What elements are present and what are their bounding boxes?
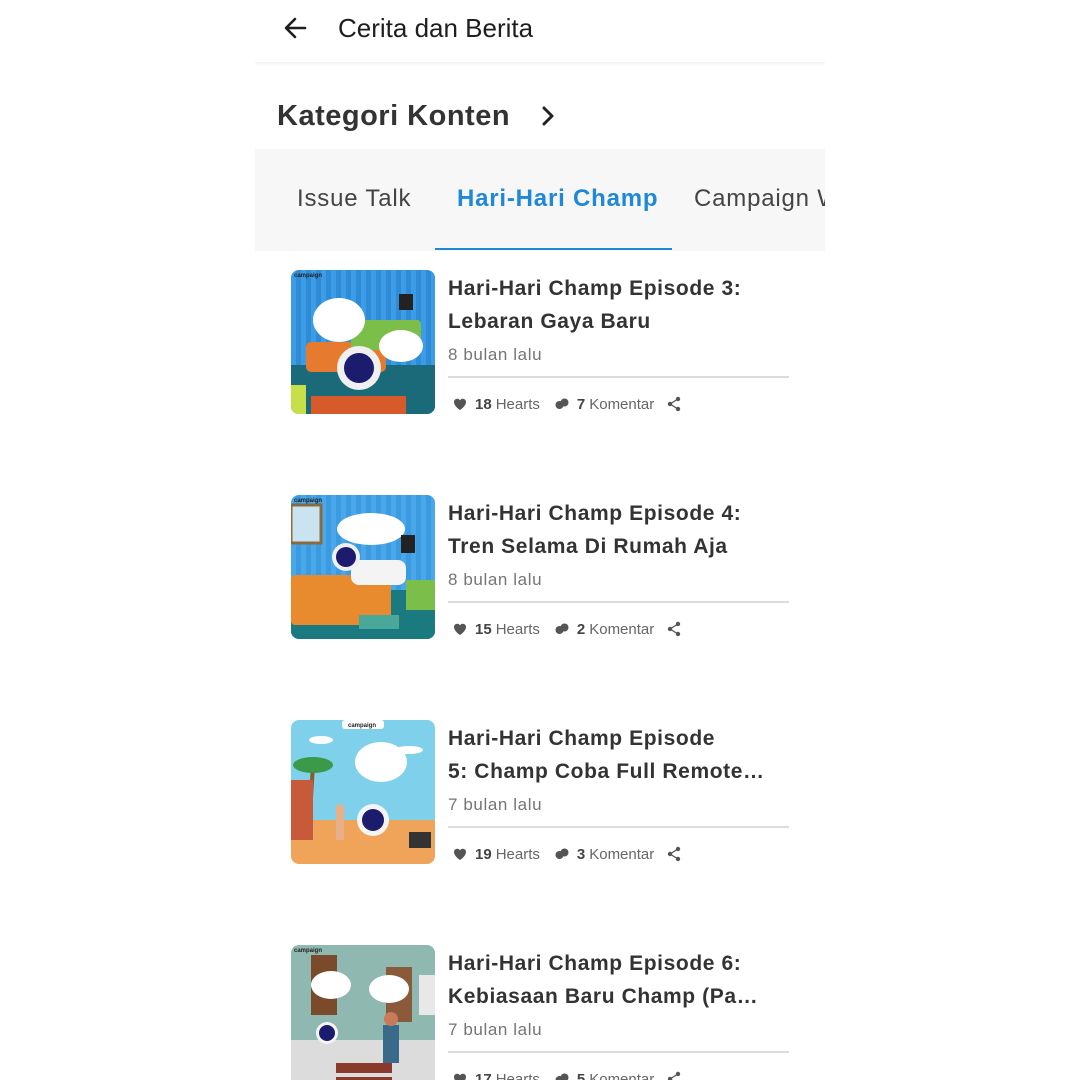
category-header[interactable]: Kategori Konten [277, 96, 560, 136]
post-title-line: Hari-Hari Champ Episode 4: [448, 502, 742, 525]
comments-label: Komentar [589, 395, 655, 413]
brand-logo: campaign [348, 723, 376, 729]
heart-icon[interactable] [452, 621, 468, 637]
brand-logo: campaign [294, 948, 322, 954]
post-time: 7 bulan lalu [448, 795, 543, 814]
post-title-line: Hari-Hari Champ Episode 3: [448, 277, 742, 300]
arrow-left-icon[interactable] [277, 10, 313, 46]
tab-issue-talk[interactable]: Issue Talk [297, 185, 411, 213]
hearts-count: 18 [475, 395, 492, 413]
post-title[interactable]: Hari-Hari Champ Episode 4: Tren Selama D… [448, 497, 778, 563]
list-item[interactable]: campaign Hari-Hari Champ Episode 4: Tren… [255, 495, 825, 675]
share-icon[interactable] [666, 1071, 682, 1080]
post-title[interactable]: Hari-Hari Champ Episode 5: Champ Coba Fu… [448, 722, 778, 788]
app-screen: Cerita dan Berita Kategori Konten Issue … [255, 0, 825, 1080]
list-item[interactable]: campaign Hari-Hari Champ Episode 5: Cham… [255, 720, 825, 900]
post-title-line: Hari-Hari Champ Episode [448, 727, 716, 750]
divider [448, 1051, 789, 1053]
post-title-line: Kebiasaan Baru Champ (Pa… [448, 985, 759, 1008]
post-thumbnail[interactable]: campaign [291, 945, 435, 1080]
comments-count: 3 [576, 845, 586, 863]
comment-icon[interactable] [554, 396, 570, 412]
category-tabs: Issue Talk Hari-Hari Champ Campaign W [255, 149, 825, 251]
tab-hari-hari-champ[interactable]: Hari-Hari Champ [457, 185, 658, 213]
post-thumbnail[interactable]: campaign [291, 495, 435, 639]
share-icon[interactable] [666, 396, 682, 412]
heart-icon[interactable] [452, 396, 468, 412]
category-title: Kategori Konten [277, 99, 511, 132]
divider [448, 826, 789, 828]
comment-icon[interactable] [554, 846, 570, 862]
brand-logo: campaign [294, 498, 322, 504]
divider [448, 601, 789, 603]
comments-label: Komentar [589, 620, 655, 638]
page-title: Cerita dan Berita [338, 13, 534, 43]
list-item[interactable]: campaign Hari-Hari Champ Episode 3: Leba… [255, 270, 825, 450]
hearts-label: Hearts [495, 1070, 540, 1080]
post-title-line: Tren Selama Di Rumah Aja [448, 535, 728, 558]
active-tab-indicator [435, 248, 672, 250]
hearts-count: 17 [475, 1070, 492, 1080]
comments-label: Komentar [589, 845, 655, 863]
share-icon[interactable] [666, 846, 682, 862]
post-thumbnail[interactable]: campaign [291, 720, 435, 864]
post-time: 8 bulan lalu [448, 570, 543, 589]
brand-logo: campaign [294, 273, 322, 279]
post-title-line: 5: Champ Coba Full Remote… [448, 760, 765, 783]
comments-count: 2 [576, 620, 586, 638]
post-title-line: Lebaran Gaya Baru [448, 310, 651, 333]
divider [448, 376, 789, 378]
post-stats: 19 Hearts 3 Komentar [452, 843, 682, 865]
hearts-count: 19 [475, 845, 492, 863]
post-title[interactable]: Hari-Hari Champ Episode 6: Kebiasaan Bar… [448, 947, 778, 1013]
heart-icon[interactable] [452, 1071, 468, 1080]
post-stats: 15 Hearts 2 Komentar [452, 618, 682, 640]
comment-icon[interactable] [554, 621, 570, 637]
post-time: 7 bulan lalu [448, 1020, 543, 1039]
tab-campaign[interactable]: Campaign W [694, 185, 825, 213]
heart-icon[interactable] [452, 846, 468, 862]
post-stats: 17 Hearts 5 Komentar [452, 1068, 682, 1080]
post-thumbnail[interactable]: campaign [291, 270, 435, 414]
comments-label: Komentar [589, 1070, 655, 1080]
top-app-bar: Cerita dan Berita [255, 0, 825, 62]
post-stats: 18 Hearts 7 Komentar [452, 393, 682, 415]
share-icon[interactable] [666, 621, 682, 637]
post-time: 8 bulan lalu [448, 345, 543, 364]
comments-count: 5 [576, 1070, 586, 1080]
hearts-label: Hearts [495, 395, 540, 413]
chevron-right-icon[interactable] [536, 104, 560, 128]
list-item[interactable]: campaign Hari-Hari Champ Episode 6: Kebi… [255, 945, 825, 1080]
post-title[interactable]: Hari-Hari Champ Episode 3: Lebaran Gaya … [448, 272, 778, 338]
post-title-line: Hari-Hari Champ Episode 6: [448, 952, 742, 975]
comment-icon[interactable] [554, 1071, 570, 1080]
comments-count: 7 [576, 395, 586, 413]
hearts-label: Hearts [495, 845, 540, 863]
hearts-count: 15 [475, 620, 492, 638]
hearts-label: Hearts [495, 620, 540, 638]
